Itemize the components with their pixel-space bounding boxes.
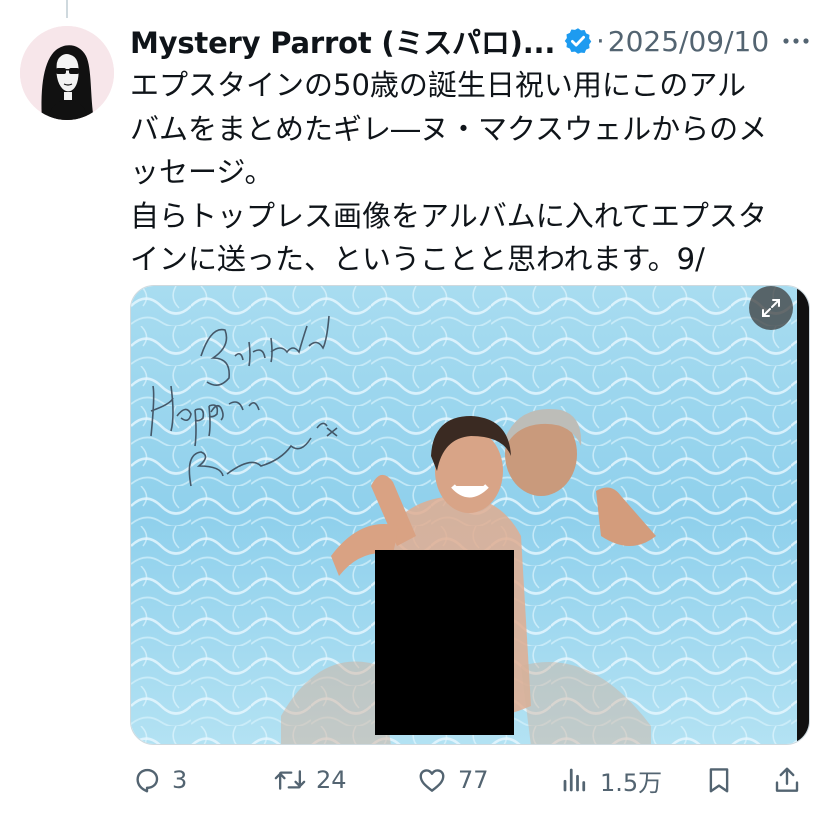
- retweet-icon: [274, 770, 306, 790]
- tweet-header: Mystery Parrot (ミスパロ)... · 2025/09/10: [130, 22, 814, 60]
- share-icon: [775, 767, 799, 792]
- bookmark-icon: [709, 768, 729, 793]
- author-display-name[interactable]: Mystery Parrot (ミスパロ)...: [130, 20, 555, 62]
- more-options-icon[interactable]: [778, 24, 814, 58]
- media-dark-edge: [797, 286, 809, 744]
- censor-box: [375, 550, 514, 735]
- reply-icon: [136, 768, 159, 793]
- like-count: 77: [458, 766, 489, 794]
- thread-connector-line: [66, 0, 68, 18]
- retweet-count: 24: [316, 766, 347, 794]
- views-button[interactable]: 1.5万: [560, 760, 662, 800]
- verified-badge-icon[interactable]: [563, 26, 593, 56]
- avatar-woman-sunglasses-icon: [20, 26, 114, 120]
- tweet-media-photo[interactable]: [130, 285, 810, 745]
- bookmark-button[interactable]: [704, 760, 734, 800]
- like-button[interactable]: 77: [416, 760, 489, 800]
- heart-icon: [419, 769, 445, 792]
- views-count: 1.5万: [600, 768, 663, 797]
- reply-count: 3: [172, 766, 188, 794]
- share-button[interactable]: [772, 760, 802, 800]
- retweet-button[interactable]: 24: [274, 760, 347, 800]
- reply-button[interactable]: 3: [132, 760, 187, 800]
- tweet-text-line: 自らトップレス画像をアルバムに入れてエプスタ: [130, 198, 767, 233]
- expand-icon[interactable]: [749, 286, 793, 330]
- tweet-timestamp[interactable]: 2025/09/10: [608, 25, 769, 58]
- tweet-actions: 3 24 77 1.5万: [130, 760, 810, 800]
- tweet-text: エプスタインの50歳の誕生日祝い用にこのアル バムをまとめたギレ―ヌ・マクスウェ…: [130, 64, 806, 282]
- tweet-text-line: インに送った、ということと思われます。9/: [130, 242, 705, 276]
- tweet-text-line: ッセージ。: [130, 155, 274, 189]
- header-separator: ·: [596, 25, 605, 57]
- avatar[interactable]: [20, 26, 114, 120]
- tweet-text-line: バムをまとめたギレ―ヌ・マクスウェルからのメ: [130, 111, 768, 146]
- views-chart-icon: [563, 768, 586, 792]
- tweet-text-line: エプスタインの50歳の誕生日祝い用にこのアル: [130, 68, 747, 102]
